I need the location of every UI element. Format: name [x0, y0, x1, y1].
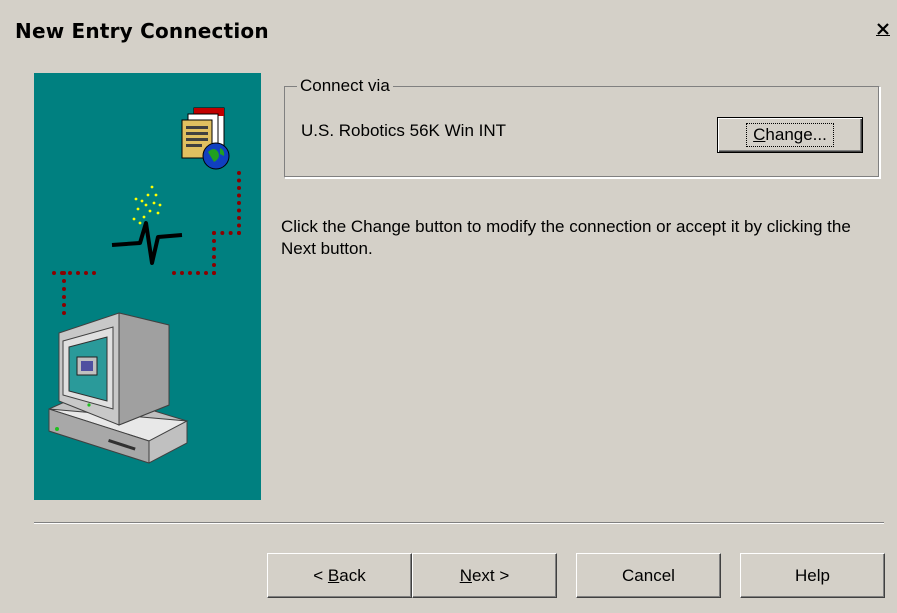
help-button-label: Help: [795, 565, 830, 585]
change-button[interactable]: Change...: [717, 117, 863, 153]
cancel-button-label: Cancel: [622, 565, 675, 585]
instruction-text: Click the Change button to modify the co…: [281, 217, 851, 258]
window-title: New Entry Connection: [15, 19, 269, 43]
connect-via-group: Connect via U.S. Robotics 56K Win INT Ch…: [284, 76, 880, 178]
device-name: U.S. Robotics 56K Win INT: [301, 121, 507, 140]
title-bar: New Entry Connection: [0, 0, 897, 60]
close-button[interactable]: [872, 18, 894, 40]
connect-via-legend: Connect via: [297, 76, 393, 96]
button-separator: [34, 522, 884, 524]
signal-spark-icon: [111, 185, 183, 265]
next-button-label: Next >: [459, 565, 510, 585]
computer-icon: [48, 312, 189, 464]
next-button[interactable]: Next >: [412, 553, 557, 598]
change-button-label: Change...: [746, 123, 834, 147]
dotted-connection: [52, 171, 241, 315]
document-globe-icon: [181, 107, 230, 170]
wizard-illustration: [34, 73, 261, 500]
back-button-label: < Back: [313, 565, 366, 585]
back-button[interactable]: < Back: [267, 553, 412, 598]
close-icon: [876, 23, 890, 36]
cancel-button[interactable]: Cancel: [576, 553, 721, 598]
help-button[interactable]: Help: [740, 553, 885, 598]
